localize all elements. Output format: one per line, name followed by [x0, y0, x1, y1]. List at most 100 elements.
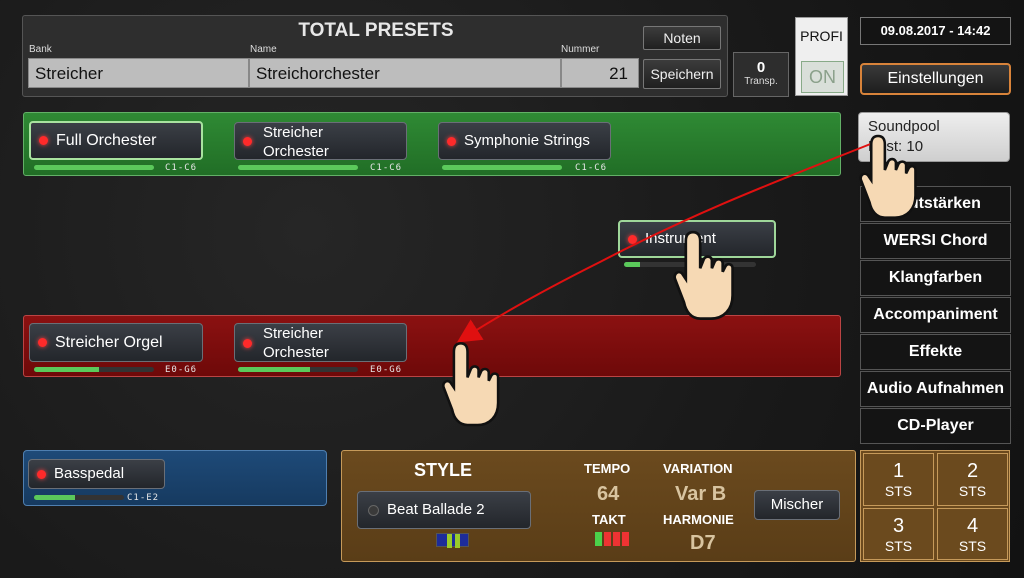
instrument-label: Basspedal — [54, 465, 125, 482]
number-label: Nummer — [561, 44, 600, 55]
led-indicator — [447, 136, 456, 146]
sts-label: STS — [884, 538, 913, 554]
profi-toggle[interactable]: PROFI ON — [795, 17, 848, 96]
takt-indicator — [595, 532, 629, 546]
level-fill — [442, 165, 562, 170]
number-field[interactable]: 21 — [561, 58, 639, 88]
tempo-value: 64 — [597, 483, 620, 505]
menu-audio-aufnahmen[interactable]: Audio Aufnahmen — [860, 371, 1011, 407]
menu-accompaniment[interactable]: Accompaniment — [860, 297, 1011, 333]
led-indicator — [628, 234, 637, 244]
sts-label: STS — [884, 483, 913, 499]
key-range: E0-G6 — [370, 365, 403, 375]
instrument-label: Symphonie Strings — [464, 132, 590, 149]
level-fill — [238, 367, 310, 372]
level-fill — [238, 165, 358, 170]
key-range: C1-C6 — [575, 163, 608, 173]
instrument-label: Streicher Orgel — [55, 334, 163, 351]
harmonie-label: HARMONIE — [663, 512, 734, 527]
level-bar[interactable] — [238, 367, 358, 372]
sts-button-2[interactable]: 2 STS — [937, 453, 1008, 506]
lower-manual-panel[interactable]: Streicher Orgel E0-G6 Streicher Orcheste… — [23, 315, 841, 377]
instrument-button-streicher-orchester-lower[interactable]: Streicher Orchester — [234, 323, 407, 362]
sts-number: 2 — [966, 460, 979, 482]
level-bar[interactable] — [34, 495, 124, 500]
instrument-label: Full Orchester — [56, 132, 157, 149]
sts-label: STS — [958, 538, 987, 554]
led-indicator — [37, 469, 46, 479]
einstellungen-button[interactable]: Einstellungen — [860, 63, 1011, 95]
bank-label: Bank — [29, 44, 52, 55]
sts-button-1[interactable]: 1 STS — [863, 453, 934, 506]
key-range: C1-C6 — [165, 163, 198, 173]
menu-klangfarben[interactable]: Klangfarben — [860, 260, 1011, 296]
level-bar[interactable] — [238, 165, 358, 170]
soundpool-button[interactable]: Soundpool Best: 10 — [858, 112, 1010, 162]
takt-label: TAKT — [592, 512, 626, 527]
level-fill — [34, 495, 75, 500]
level-fill — [34, 165, 154, 170]
variation-value: Var B — [675, 483, 727, 505]
dragged-instrument-button[interactable]: Instrument — [618, 220, 776, 258]
instrument-button-streicher-orgel[interactable]: Streicher Orgel — [29, 323, 203, 362]
soundpool-label: Soundpool — [868, 118, 940, 135]
style-panel: STYLE Beat Ballade 2 TEMPO 64 TAKT VARIA… — [341, 450, 856, 562]
soundpool-best-label: Best: 10 — [868, 138, 924, 155]
style-select-button[interactable]: Beat Ballade 2 — [357, 491, 531, 529]
instrument-button-symphonie-strings[interactable]: Symphonie Strings — [438, 122, 611, 160]
instrument-label: Streicher Orchester — [263, 325, 329, 361]
instrument-button-basspedal[interactable]: Basspedal — [28, 459, 165, 489]
menu-wersi-chord[interactable]: WERSI Chord — [860, 223, 1011, 259]
instrument-button-streicher-orchester[interactable]: Streicher Orchester — [234, 122, 407, 160]
led-indicator — [243, 137, 252, 146]
led-indicator — [39, 136, 48, 146]
variation-label: VARIATION — [663, 461, 733, 476]
instrument-label: Streicher Orchester — [263, 124, 329, 160]
sts-number: 1 — [892, 460, 905, 482]
sts-button-3[interactable]: 3 STS — [863, 508, 934, 560]
menu-lautstaerken[interactable]: Lautstärken — [860, 186, 1011, 222]
key-range: E0-G6 — [165, 365, 198, 375]
sts-number: 3 — [892, 515, 905, 537]
level-bar[interactable] — [34, 367, 154, 372]
level-fill — [624, 262, 640, 267]
menu-cd-player[interactable]: CD-Player — [860, 408, 1011, 444]
sts-label: STS — [958, 483, 987, 499]
sts-number: 4 — [966, 515, 979, 537]
level-bar[interactable] — [624, 262, 756, 267]
noten-button[interactable]: Noten — [643, 26, 721, 50]
sts-button-4[interactable]: 4 STS — [937, 508, 1008, 560]
key-range: C1-E2 — [127, 493, 160, 503]
name-field[interactable]: Streichorchester — [249, 58, 561, 88]
key-range: C1-C6 — [370, 163, 403, 173]
bank-field[interactable]: Streicher — [28, 58, 249, 88]
bass-pedal-panel[interactable]: Basspedal C1-E2 — [23, 450, 327, 506]
style-title: STYLE — [414, 460, 473, 480]
total-presets-panel: TOTAL PRESETS Bank Name Nummer Streicher… — [22, 15, 728, 97]
speichern-button[interactable]: Speichern — [643, 59, 721, 89]
harmonie-value: D7 — [690, 532, 716, 554]
profi-on-indicator: ON — [801, 61, 844, 93]
name-label: Name — [250, 44, 277, 55]
instrument-button-full-orchester[interactable]: Full Orchester — [29, 121, 203, 160]
style-variation-indicator — [436, 533, 469, 548]
mischer-button[interactable]: Mischer — [754, 490, 840, 520]
upper-manual-panel[interactable]: Full Orchester C1-C6 Streicher Orchester… — [23, 112, 841, 176]
level-fill — [34, 367, 99, 372]
led-indicator — [38, 338, 47, 348]
profi-label: PROFI — [800, 28, 843, 44]
transpose-value: 0 — [756, 59, 766, 76]
tempo-label: TEMPO — [584, 461, 631, 476]
led-indicator — [368, 504, 379, 516]
sts-grid: 1 STS 2 STS 3 STS 4 STS — [860, 450, 1010, 562]
led-indicator — [243, 339, 252, 348]
transpose-label: Transp. — [744, 76, 778, 87]
style-name: Beat Ballade 2 — [387, 501, 485, 518]
preset-title: TOTAL PRESETS — [298, 20, 454, 41]
datetime-display: 09.08.2017 - 14:42 — [860, 17, 1011, 45]
instrument-label: Instrument — [645, 230, 716, 247]
level-bar[interactable] — [442, 165, 562, 170]
level-bar[interactable] — [34, 165, 154, 170]
menu-effekte[interactable]: Effekte — [860, 334, 1011, 370]
transpose-display[interactable]: 0 Transp. — [733, 52, 789, 97]
